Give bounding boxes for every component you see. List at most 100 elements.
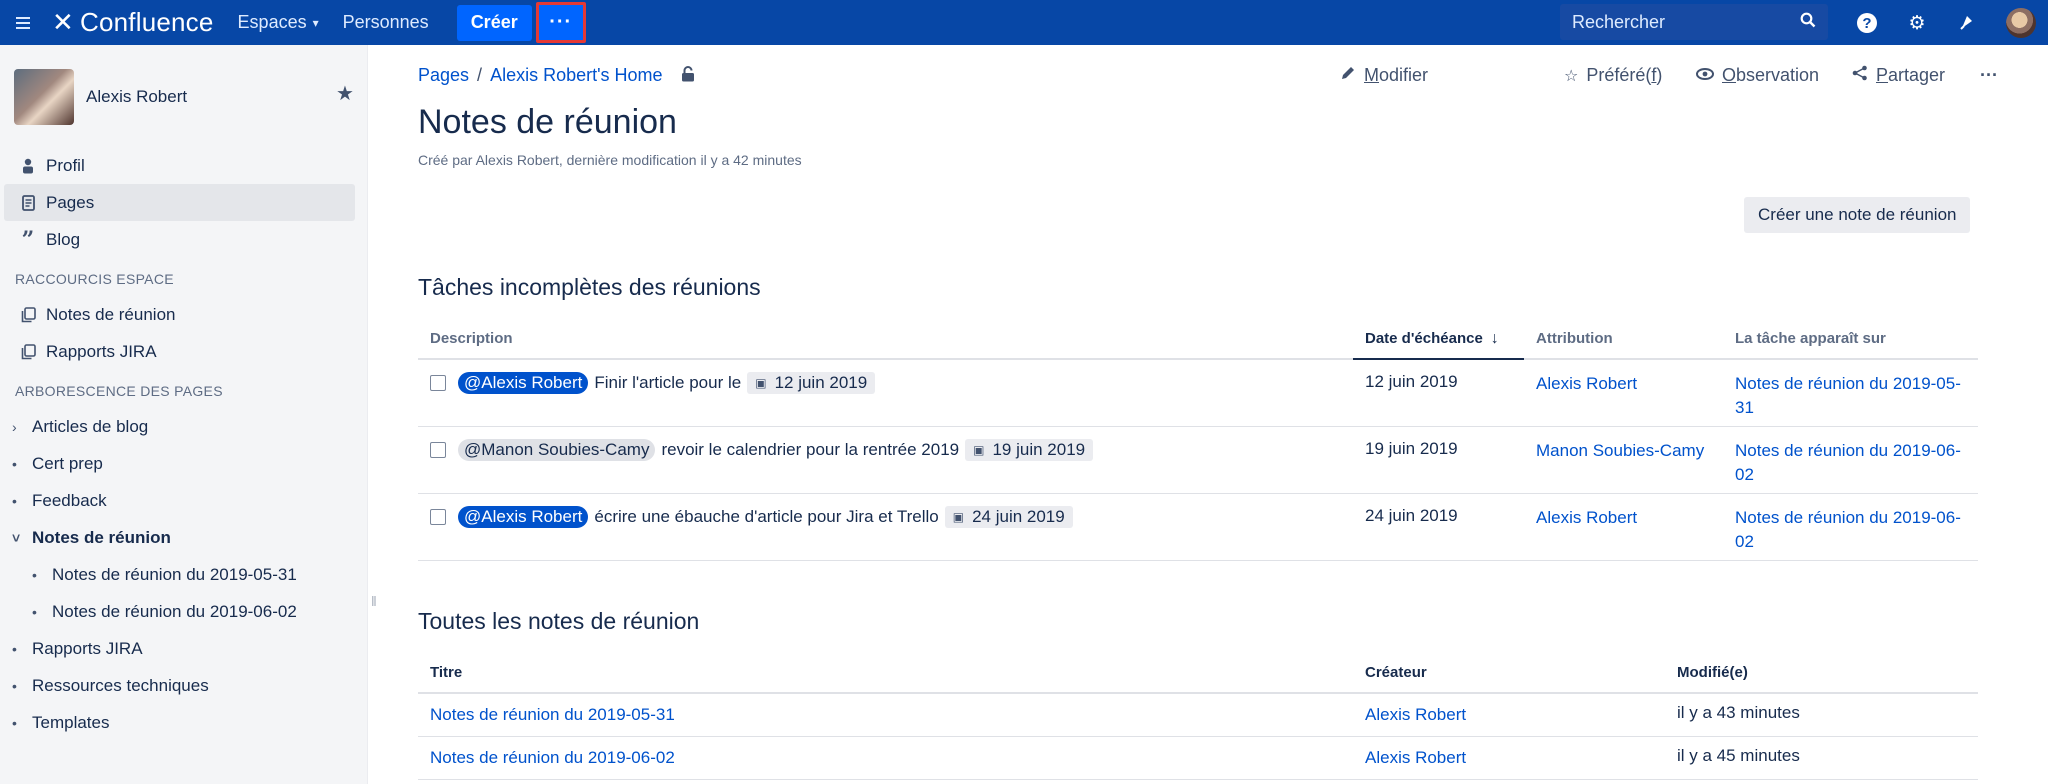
note-title-link[interactable]: Notes de réunion du 2019-05-31: [430, 705, 675, 724]
person-icon: [16, 158, 40, 174]
task-text: écrire une ébauche d'article pour Jira e…: [594, 506, 939, 526]
menu-icon[interactable]: [16, 16, 38, 29]
date-lozenge[interactable]: ▣ 12 juin 2019: [747, 372, 876, 394]
column-header-due-date[interactable]: Date d'échéance ↓: [1353, 319, 1524, 360]
tree-item-templates[interactable]: • Templates: [0, 704, 367, 741]
spaces-menu[interactable]: Espaces ▾: [238, 12, 319, 33]
shortcuts-header: RACCOURCIS ESPACE: [15, 271, 174, 287]
more-create-button[interactable]: ···: [535, 2, 586, 43]
column-header-appears-on[interactable]: La tâche apparaît sur: [1723, 319, 1978, 360]
assignee-link[interactable]: Manon Soubies-Camy: [1536, 441, 1704, 460]
column-header-title[interactable]: Titre: [418, 653, 1353, 694]
column-header-description[interactable]: Description: [418, 319, 1353, 360]
appears-on-link[interactable]: Notes de réunion du 2019-05-31: [1735, 374, 1961, 417]
sidebar-resize-handle[interactable]: ‖: [371, 593, 377, 609]
sidebar-item-blog[interactable]: ” Blog: [0, 221, 367, 258]
task-description: @Alexis Robert écrire une ébauche d'arti…: [430, 505, 1341, 528]
sidebar-item-label: Profil: [46, 155, 85, 175]
date-lozenge[interactable]: ▣ 19 juin 2019: [965, 438, 1094, 461]
task-text: revoir le calendrier pour la rentrée 201…: [661, 439, 960, 459]
notifications-icon[interactable]: [1950, 6, 1984, 40]
watch-button[interactable]: Observation: [1696, 65, 1819, 86]
column-header-modified[interactable]: Modifié(e): [1665, 653, 1978, 694]
chevron-right-icon[interactable]: ›: [12, 419, 32, 435]
calendar-icon: ▣: [952, 509, 965, 524]
space-profile[interactable]: Alexis Robert: [0, 45, 367, 125]
tree-item-articles-de-blog[interactable]: › Articles de blog: [0, 408, 367, 445]
note-title-link[interactable]: Notes de réunion du 2019-06-02: [430, 748, 675, 767]
date-lozenge-text: 12 juin 2019: [774, 373, 868, 392]
tree-item-notes-de-reunion[interactable]: ˅ Notes de réunion: [0, 519, 367, 556]
bullet-icon: •: [12, 640, 17, 657]
tree-item-notes-2019-06-02[interactable]: • Notes de réunion du 2019-06-02: [0, 593, 367, 630]
date-lozenge[interactable]: ▣ 24 juin 2019: [944, 505, 1073, 528]
calendar-icon: ▣: [755, 376, 767, 390]
table-row: @Alexis Robert Finir l'article pour le ▣…: [418, 359, 1978, 427]
shortcut-label: Notes de réunion: [46, 304, 176, 324]
tree-item-notes-2019-05-31[interactable]: • Notes de réunion du 2019-05-31: [0, 556, 367, 593]
table-row: Notes de réunion du 2019-06-02 Alexis Ro…: [418, 736, 1978, 780]
eye-icon: [1696, 67, 1714, 85]
tree-item-label: Notes de réunion: [32, 527, 171, 547]
tree-item-feedback[interactable]: • Feedback: [0, 482, 367, 519]
shortcut-meeting-notes[interactable]: Notes de réunion: [0, 296, 367, 333]
shortcut-jira-reports[interactable]: Rapports JIRA: [0, 333, 367, 370]
create-meeting-note-button[interactable]: Créer une note de réunion: [1744, 197, 1971, 233]
share-button[interactable]: Partager: [1852, 65, 1945, 86]
task-checkbox[interactable]: [430, 508, 446, 525]
tree-item-cert-prep[interactable]: • Cert prep: [0, 445, 367, 482]
table-row: @Alexis Robert écrire une ébauche d'arti…: [418, 493, 1978, 561]
user-mention[interactable]: @Alexis Robert: [458, 505, 589, 528]
tree-item-rapports-jira[interactable]: • Rapports JIRA: [0, 630, 367, 667]
confluence-logo[interactable]: ✕ Confluence: [52, 7, 214, 38]
creator-link[interactable]: Alexis Robert: [1365, 748, 1466, 767]
date-lozenge-text: 24 juin 2019: [972, 506, 1065, 526]
sidebar-item-profile[interactable]: Profil: [0, 147, 367, 184]
column-header-assignee[interactable]: Attribution: [1524, 319, 1723, 360]
shortcut-label: Rapports JIRA: [46, 341, 157, 361]
sidebar-item-pages[interactable]: Pages: [4, 184, 355, 221]
page-title: Notes de réunion: [418, 103, 677, 141]
appears-on-link[interactable]: Notes de réunion du 2019-06-02: [1735, 508, 1961, 551]
modified-time: il y a 43 minutes: [1677, 703, 1800, 722]
edit-label: Modifier: [1364, 65, 1429, 85]
chevron-down-icon[interactable]: ˅: [12, 530, 32, 546]
watch-label: Observation: [1722, 65, 1820, 85]
due-date: 24 juin 2019: [1365, 505, 1458, 525]
bullet-icon: •: [12, 714, 17, 731]
column-header-creator[interactable]: Créateur: [1353, 653, 1665, 694]
star-icon[interactable]: ★: [336, 81, 354, 106]
user-mention[interactable]: @Manon Soubies-Camy: [458, 438, 656, 461]
assignee-link[interactable]: Alexis Robert: [1536, 374, 1637, 393]
due-date: 12 juin 2019: [1365, 372, 1458, 391]
user-mention[interactable]: @Alexis Robert: [458, 372, 589, 394]
confluence-logo-icon: ✕: [52, 7, 74, 37]
date-lozenge-text: 19 juin 2019: [992, 439, 1086, 459]
task-checkbox[interactable]: [430, 441, 446, 458]
people-link[interactable]: Personnes: [343, 12, 429, 33]
bullet-icon: •: [12, 677, 17, 694]
tree-item-ressources-techniques[interactable]: • Ressources techniques: [0, 667, 367, 704]
help-icon[interactable]: ?: [1850, 6, 1884, 40]
edit-button[interactable]: Modifier: [1340, 65, 1428, 86]
creator-link[interactable]: Alexis Robert: [1365, 705, 1466, 724]
sidebar-item-label: Blog: [46, 229, 81, 249]
favorite-button[interactable]: ☆ Préféré(f): [1564, 65, 1662, 86]
task-checkbox[interactable]: [430, 375, 446, 391]
user-avatar[interactable]: [2006, 8, 2036, 38]
tree-item-label: Feedback: [32, 490, 107, 510]
table-row: @Manon Soubies-Camy revoir le calendrier…: [418, 426, 1978, 494]
search-input[interactable]: [1572, 11, 1772, 33]
modified-time: il y a 45 minutes: [1677, 745, 1800, 765]
gear-icon[interactable]: ⚙: [1900, 6, 1934, 40]
more-actions-icon[interactable]: ···: [1980, 65, 1998, 86]
create-button[interactable]: Créer: [456, 4, 532, 41]
appears-on-link[interactable]: Notes de réunion du 2019-06-02: [1735, 441, 1961, 484]
page-byline: Créé par Alexis Robert, dernière modific…: [418, 152, 802, 168]
spaces-label: Espaces: [237, 12, 307, 32]
search-box[interactable]: [1560, 4, 1828, 40]
assignee-link[interactable]: Alexis Robert: [1536, 508, 1637, 527]
tree-item-label: Ressources techniques: [32, 675, 209, 695]
search-icon[interactable]: [1800, 12, 1816, 33]
sidebar-item-label: Pages: [46, 192, 95, 212]
